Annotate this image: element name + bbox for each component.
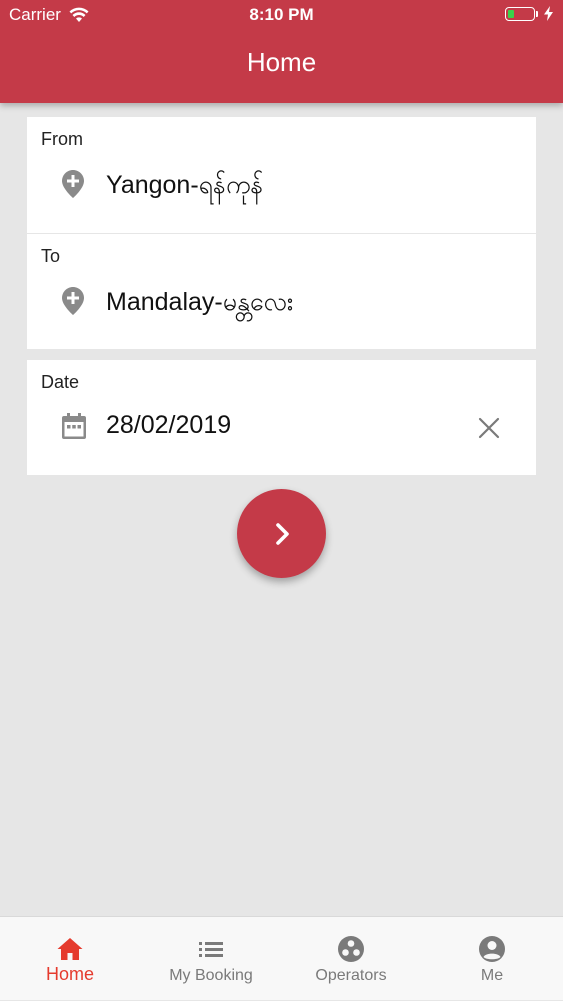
- to-value: Mandalay-မန္တလေး: [106, 288, 294, 316]
- date-value: 28/02/2019: [106, 411, 232, 439]
- status-time: 8:10 PM: [249, 5, 314, 24]
- account-icon: [479, 936, 505, 962]
- from-label: From: [41, 129, 83, 149]
- page-title: Home: [246, 47, 317, 77]
- to-label: To: [41, 246, 61, 266]
- chevron-right-icon: [275, 522, 289, 545]
- tab-home[interactable]: Home: [0, 917, 140, 1001]
- calendar-icon: [62, 413, 86, 439]
- charging-bolt-icon: [544, 6, 553, 21]
- date-label: Date: [41, 372, 80, 392]
- tab-home-label: Home: [45, 964, 94, 984]
- list-icon: [199, 942, 223, 957]
- from-field[interactable]: From Yangon-ရန်ကုန်: [27, 117, 536, 233]
- home-icon: [57, 938, 83, 960]
- next-button[interactable]: [237, 489, 326, 578]
- operators-icon: [338, 936, 364, 962]
- bottom-tab-bar: Home My Booking Operators Me: [0, 916, 563, 1000]
- date-field[interactable]: Date 28/02/2019: [27, 360, 536, 475]
- from-value: Yangon-ရန်ကုန်: [106, 171, 264, 199]
- tab-me-label: Me: [480, 967, 504, 984]
- tab-my-booking-label: My Booking: [169, 967, 253, 984]
- tab-me[interactable]: Me: [422, 917, 562, 1001]
- battery-indicator: [505, 6, 553, 21]
- add-location-icon: [62, 287, 84, 315]
- tab-operators[interactable]: Operators: [281, 917, 421, 1001]
- to-field[interactable]: To Mandalay-မန္တလေး: [27, 234, 536, 349]
- add-location-icon: [62, 170, 84, 198]
- close-icon[interactable]: [478, 417, 500, 439]
- tab-operators-label: Operators: [315, 967, 387, 984]
- app-header: Carrier 8:10 PM Home: [0, 0, 563, 103]
- status-bar: Carrier 8:10 PM: [0, 0, 563, 30]
- tab-my-booking[interactable]: My Booking: [141, 917, 281, 1001]
- battery-icon: [505, 6, 535, 21]
